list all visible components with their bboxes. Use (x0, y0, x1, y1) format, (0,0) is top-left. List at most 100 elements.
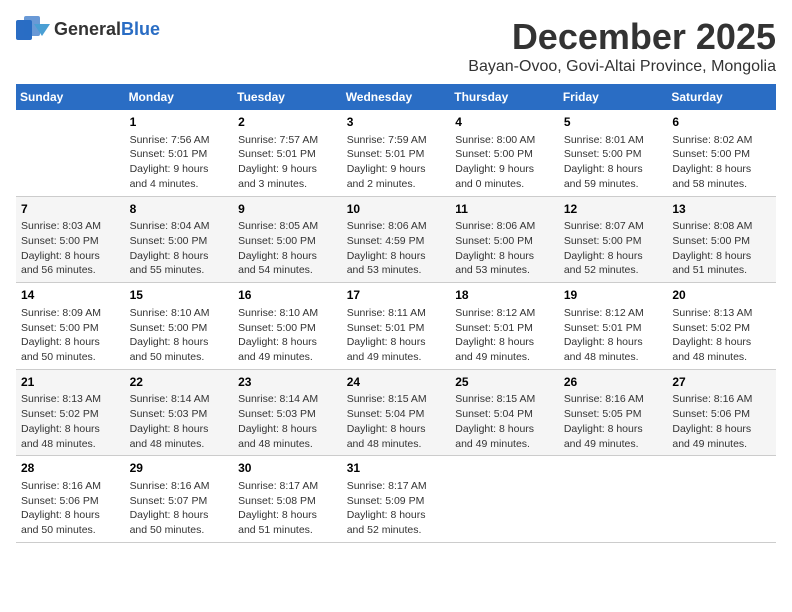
cell-detail: Daylight: 8 hours (672, 422, 771, 437)
cell-detail: Sunrise: 8:15 AM (455, 392, 554, 407)
cell-detail: and 50 minutes. (130, 350, 229, 365)
cell-detail: and 4 minutes. (130, 177, 229, 192)
cell-detail: Daylight: 9 hours (130, 162, 229, 177)
cell-detail: and 2 minutes. (347, 177, 446, 192)
calendar-cell: 6Sunrise: 8:02 AMSunset: 5:00 PMDaylight… (667, 110, 776, 196)
cell-detail: Sunset: 5:00 PM (455, 234, 554, 249)
cell-detail: and 48 minutes. (130, 437, 229, 452)
cell-detail: Daylight: 8 hours (238, 508, 337, 523)
cell-detail: Sunset: 5:09 PM (347, 494, 446, 509)
day-number: 9 (238, 201, 337, 218)
cell-detail: and 59 minutes. (564, 177, 663, 192)
calendar-cell: 4Sunrise: 8:00 AMSunset: 5:00 PMDaylight… (450, 110, 559, 196)
calendar-cell: 19 Sunrise: 8:12 AMSunset: 5:01 PMDayligh… (559, 283, 668, 370)
cell-detail: and 51 minutes. (672, 263, 771, 278)
cell-detail: Sunset: 5:03 PM (238, 407, 337, 422)
calendar-cell (450, 456, 559, 543)
cell-detail: and 0 minutes. (455, 177, 554, 192)
cell-detail: Sunset: 5:00 PM (564, 234, 663, 249)
cell-detail: Sunset: 5:01 PM (455, 321, 554, 336)
day-number: 29 (130, 460, 229, 477)
cell-detail: Sunset: 5:01 PM (130, 147, 229, 162)
calendar-cell: 21Sunrise: 8:13 AMSunset: 5:02 PMDayligh… (16, 369, 125, 456)
page-header: GeneralBlue December 2025 Bayan-Ovoo, Go… (16, 16, 776, 76)
cell-detail: Sunrise: 8:16 AM (21, 479, 120, 494)
cell-detail: Daylight: 8 hours (347, 335, 446, 350)
cell-detail: Sunset: 5:00 PM (130, 234, 229, 249)
day-number: 7 (21, 201, 120, 218)
calendar-cell: 9Sunrise: 8:05 AMSunset: 5:00 PMDaylight… (233, 196, 342, 283)
cell-detail: Sunset: 5:00 PM (672, 147, 771, 162)
cell-detail: Sunrise: 8:17 AM (238, 479, 337, 494)
calendar-cell: 15Sunrise: 8:10 AMSunset: 5:00 PMDayligh… (125, 283, 234, 370)
cell-detail: Daylight: 8 hours (130, 508, 229, 523)
day-number: 3 (347, 114, 446, 131)
day-number: 31 (347, 460, 446, 477)
cell-detail: Sunset: 5:00 PM (564, 147, 663, 162)
day-number: 6 (672, 114, 771, 131)
calendar-cell: 18Sunrise: 8:12 AMSunset: 5:01 PMDayligh… (450, 283, 559, 370)
calendar-table: SundayMondayTuesdayWednesdayThursdayFrid… (16, 84, 776, 543)
logo-blue: Blue (121, 19, 160, 39)
cell-detail: and 56 minutes. (21, 263, 120, 278)
cell-detail: Daylight: 8 hours (455, 335, 554, 350)
cell-detail: Sunset: 5:00 PM (130, 321, 229, 336)
day-number: 30 (238, 460, 337, 477)
cell-detail: Sunrise: 8:12 AM (564, 306, 663, 321)
day-number: 17 (347, 287, 446, 304)
day-number: 19 (564, 287, 663, 304)
cell-detail: Sunset: 5:00 PM (672, 234, 771, 249)
logo: GeneralBlue (16, 16, 160, 44)
cell-detail: Sunrise: 8:06 AM (347, 219, 446, 234)
cell-detail: Daylight: 8 hours (455, 422, 554, 437)
cell-detail: Sunrise: 8:13 AM (672, 306, 771, 321)
cell-detail: Sunrise: 8:01 AM (564, 133, 663, 148)
cell-detail: Sunset: 5:01 PM (238, 147, 337, 162)
cell-detail: Daylight: 8 hours (347, 508, 446, 523)
cell-detail: and 51 minutes. (238, 523, 337, 538)
calendar-cell: 12Sunrise: 8:07 AMSunset: 5:00 PMDayligh… (559, 196, 668, 283)
cell-detail: Sunset: 5:04 PM (455, 407, 554, 422)
cell-detail: and 53 minutes. (347, 263, 446, 278)
day-number: 16 (238, 287, 337, 304)
calendar-cell: 5Sunrise: 8:01 AMSunset: 5:00 PMDaylight… (559, 110, 668, 196)
cell-detail: and 50 minutes. (21, 350, 120, 365)
cell-detail: Daylight: 8 hours (564, 335, 663, 350)
cell-detail: Daylight: 8 hours (21, 422, 120, 437)
cell-detail: Sunset: 5:02 PM (21, 407, 120, 422)
weekday-header-tuesday: Tuesday (233, 84, 342, 110)
cell-detail: and 49 minutes. (455, 437, 554, 452)
cell-detail: Daylight: 8 hours (672, 162, 771, 177)
cell-detail: and 54 minutes. (238, 263, 337, 278)
cell-detail: Sunrise: 7:57 AM (238, 133, 337, 148)
day-number: 10 (347, 201, 446, 218)
cell-detail: Daylight: 8 hours (347, 422, 446, 437)
calendar-cell: 25Sunrise: 8:15 AMSunset: 5:04 PMDayligh… (450, 369, 559, 456)
cell-detail: Sunrise: 7:59 AM (347, 133, 446, 148)
logo-general: General (54, 19, 121, 39)
day-number: 23 (238, 374, 337, 391)
cell-detail: Daylight: 8 hours (21, 249, 120, 264)
cell-detail: and 50 minutes. (21, 523, 120, 538)
calendar-cell: 8Sunrise: 8:04 AMSunset: 5:00 PMDaylight… (125, 196, 234, 283)
cell-detail: Sunrise: 8:03 AM (21, 219, 120, 234)
cell-detail: Daylight: 8 hours (672, 335, 771, 350)
cell-detail: and 48 minutes. (347, 437, 446, 452)
cell-detail: Sunset: 5:08 PM (238, 494, 337, 509)
cell-detail: Sunrise: 8:14 AM (130, 392, 229, 407)
cell-detail: Daylight: 8 hours (21, 508, 120, 523)
calendar-cell: 24Sunrise: 8:15 AMSunset: 5:04 PMDayligh… (342, 369, 451, 456)
day-number: 14 (21, 287, 120, 304)
cell-detail: Sunrise: 8:08 AM (672, 219, 771, 234)
calendar-cell: 23Sunrise: 8:14 AMSunset: 5:03 PMDayligh… (233, 369, 342, 456)
cell-detail: and 58 minutes. (672, 177, 771, 192)
cell-detail: Sunset: 5:01 PM (564, 321, 663, 336)
week-row-5: 28Sunrise: 8:16 AMSunset: 5:06 PMDayligh… (16, 456, 776, 543)
cell-detail: Sunrise: 8:11 AM (347, 306, 446, 321)
week-row-2: 7Sunrise: 8:03 AM Sunset: 5:00 PM Daylight… (16, 196, 776, 283)
cell-detail: Sunset: 5:02 PM (672, 321, 771, 336)
cell-detail: and 49 minutes. (564, 437, 663, 452)
calendar-cell: 2Sunrise: 7:57 AMSunset: 5:01 PMDaylight… (233, 110, 342, 196)
cell-detail: Sunrise: 8:00 AM (455, 133, 554, 148)
cell-detail: and 52 minutes. (564, 263, 663, 278)
